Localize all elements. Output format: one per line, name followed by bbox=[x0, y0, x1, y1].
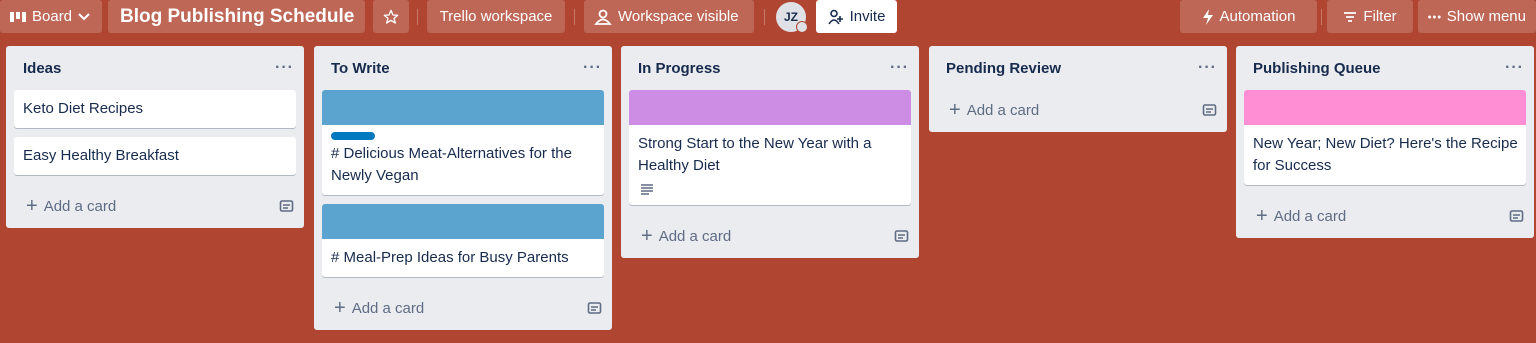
avatar-initials: JZ bbox=[783, 10, 798, 24]
template-icon[interactable] bbox=[1202, 103, 1217, 117]
workspace-button[interactable]: Trello workspace bbox=[427, 0, 565, 33]
card[interactable]: # Delicious Meat-Alternatives for the Ne… bbox=[322, 90, 604, 195]
list-header: Publishing Queue ··· bbox=[1236, 46, 1534, 90]
card-cover bbox=[322, 90, 604, 125]
description-icon bbox=[641, 184, 653, 195]
template-icon[interactable] bbox=[279, 199, 294, 213]
plus-icon: + bbox=[334, 297, 346, 319]
add-card-row: + Add a card bbox=[6, 184, 304, 228]
card-cover bbox=[322, 204, 604, 239]
card[interactable]: # Meal-Prep Ideas for Busy Parents bbox=[322, 204, 604, 277]
card-title: # Delicious Meat-Alternatives for the Ne… bbox=[331, 145, 572, 184]
card-title: Easy Healthy Breakfast bbox=[23, 147, 179, 164]
card[interactable]: Easy Healthy Breakfast bbox=[14, 137, 296, 175]
card-title: New Year; New Diet? Here's the Recipe fo… bbox=[1253, 135, 1518, 174]
list-to-write: To Write ··· # Delicious Meat-Alternativ… bbox=[314, 46, 612, 330]
chevron-down-icon bbox=[78, 12, 90, 20]
board-icon bbox=[10, 11, 26, 22]
list-title[interactable]: Ideas bbox=[23, 60, 61, 77]
invite-label: Invite bbox=[849, 8, 886, 25]
list-menu-icon[interactable]: ··· bbox=[275, 59, 294, 77]
divider bbox=[1321, 9, 1322, 25]
template-icon[interactable] bbox=[894, 229, 909, 243]
automation-button[interactable]: Automation bbox=[1180, 0, 1317, 33]
divider bbox=[764, 9, 765, 25]
add-card-row: + Add a card bbox=[314, 286, 612, 330]
filter-button[interactable]: Filter bbox=[1327, 0, 1413, 33]
plus-icon: + bbox=[641, 225, 653, 247]
list-publishing-queue: Publishing Queue ··· New Year; New Diet?… bbox=[1236, 46, 1534, 238]
list-title[interactable]: Publishing Queue bbox=[1253, 60, 1381, 77]
template-icon[interactable] bbox=[587, 301, 602, 315]
add-card-row: + Add a card bbox=[929, 88, 1227, 132]
add-card-button[interactable]: + Add a card bbox=[949, 100, 1039, 120]
automation-label: Automation bbox=[1219, 8, 1296, 25]
list-menu-icon[interactable]: ··· bbox=[890, 59, 909, 77]
card[interactable]: Strong Start to the New Year with a Heal… bbox=[629, 90, 911, 205]
divider bbox=[417, 9, 418, 25]
people-icon bbox=[594, 9, 612, 25]
visibility-label: Workspace visible bbox=[618, 8, 739, 25]
list-in-progress: In Progress ··· Strong Start to the New … bbox=[621, 46, 919, 258]
board-title[interactable]: Blog Publishing Schedule bbox=[108, 0, 365, 33]
card-cover bbox=[1244, 90, 1526, 125]
add-card-label: Add a card bbox=[351, 299, 425, 317]
plus-icon: + bbox=[949, 99, 961, 121]
list-header: To Write ··· bbox=[314, 46, 612, 90]
invite-button[interactable]: Invite bbox=[816, 0, 897, 33]
list-pending-review: Pending Review ··· + Add a card bbox=[929, 46, 1227, 132]
list-title[interactable]: Pending Review bbox=[946, 60, 1061, 77]
list-menu-icon[interactable]: ··· bbox=[1505, 59, 1524, 77]
filter-label: Filter bbox=[1363, 8, 1397, 25]
card-label[interactable] bbox=[331, 132, 375, 140]
list-ideas: Ideas ··· Keto Diet Recipes Easy Healthy… bbox=[6, 46, 304, 228]
divider bbox=[574, 9, 575, 25]
star-button[interactable] bbox=[373, 0, 409, 33]
add-card-button[interactable]: + Add a card bbox=[334, 298, 424, 318]
add-card-button[interactable]: + Add a card bbox=[641, 226, 731, 246]
card[interactable]: Keto Diet Recipes bbox=[14, 90, 296, 128]
lightning-icon bbox=[1202, 8, 1213, 25]
show-menu-button[interactable]: Show menu bbox=[1418, 0, 1536, 33]
card-title: Keto Diet Recipes bbox=[23, 100, 144, 117]
list-title[interactable]: To Write bbox=[331, 60, 390, 77]
filter-icon bbox=[1344, 11, 1357, 22]
avatar[interactable]: JZ bbox=[776, 2, 808, 33]
card[interactable]: New Year; New Diet? Here's the Recipe fo… bbox=[1244, 90, 1526, 185]
add-card-label: Add a card bbox=[1273, 207, 1347, 225]
add-card-button[interactable]: + Add a card bbox=[1256, 206, 1346, 226]
template-icon[interactable] bbox=[1509, 209, 1524, 223]
view-switcher-label: Board bbox=[32, 8, 73, 25]
board-header: Board Blog Publishing Schedule Trello wo… bbox=[0, 0, 1536, 34]
list-menu-icon[interactable]: ··· bbox=[1198, 59, 1217, 77]
add-card-label: Add a card bbox=[658, 227, 732, 245]
show-menu-label: Show menu bbox=[1446, 8, 1526, 25]
add-card-label: Add a card bbox=[966, 101, 1040, 119]
list-header: Pending Review ··· bbox=[929, 46, 1227, 90]
plus-icon: + bbox=[26, 195, 38, 217]
more-horizontal-icon bbox=[1428, 15, 1441, 18]
view-switcher-button[interactable]: Board bbox=[0, 0, 102, 33]
add-card-button[interactable]: + Add a card bbox=[26, 196, 116, 216]
add-card-row: + Add a card bbox=[1236, 194, 1534, 238]
star-icon bbox=[383, 9, 399, 24]
list-header: In Progress ··· bbox=[621, 46, 919, 90]
card-cover bbox=[629, 90, 911, 125]
add-card-row: + Add a card bbox=[621, 214, 919, 258]
add-card-label: Add a card bbox=[43, 197, 117, 215]
card-title: Strong Start to the New Year with a Heal… bbox=[638, 135, 872, 174]
admin-badge-icon bbox=[796, 21, 808, 33]
add-person-icon bbox=[827, 9, 843, 24]
visibility-button[interactable]: Workspace visible bbox=[584, 0, 754, 33]
card-title: # Meal-Prep Ideas for Busy Parents bbox=[331, 249, 569, 266]
list-header: Ideas ··· bbox=[6, 46, 304, 90]
plus-icon: + bbox=[1256, 205, 1268, 227]
list-menu-icon[interactable]: ··· bbox=[583, 59, 602, 77]
list-title[interactable]: In Progress bbox=[638, 60, 721, 77]
